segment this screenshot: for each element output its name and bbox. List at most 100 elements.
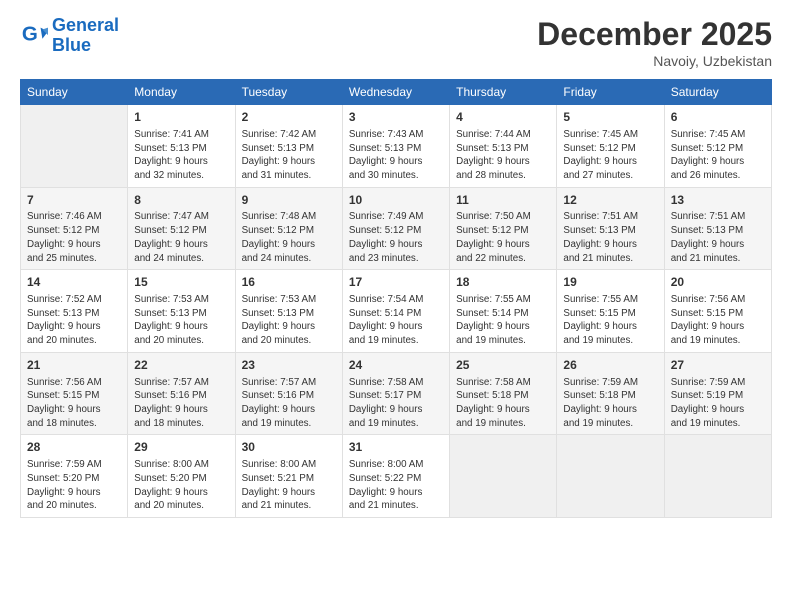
svg-text:G: G — [22, 22, 38, 45]
day-number: 19 — [563, 274, 657, 291]
calendar-cell: 25Sunrise: 7:58 AMSunset: 5:18 PMDayligh… — [450, 352, 557, 435]
day-number: 6 — [671, 109, 765, 126]
cell-info-line: Sunrise: 7:56 AM — [27, 376, 121, 390]
cell-info-line: Sunrise: 7:43 AM — [349, 128, 443, 142]
cell-info-line: and 26 minutes. — [671, 169, 765, 183]
logo-icon: G — [20, 22, 48, 50]
calendar-cell: 24Sunrise: 7:58 AMSunset: 5:17 PMDayligh… — [342, 352, 449, 435]
cell-info-line: Sunset: 5:12 PM — [456, 224, 550, 238]
cell-info-line: Daylight: 9 hours — [671, 320, 765, 334]
calendar-cell: 26Sunrise: 7:59 AMSunset: 5:18 PMDayligh… — [557, 352, 664, 435]
cell-info-line: Sunset: 5:22 PM — [349, 472, 443, 486]
calendar-cell: 27Sunrise: 7:59 AMSunset: 5:19 PMDayligh… — [664, 352, 771, 435]
title-block: December 2025 Navoiy, Uzbekistan — [537, 16, 772, 69]
cell-info-line: Sunset: 5:13 PM — [456, 142, 550, 156]
calendar-cell — [21, 105, 128, 188]
cell-info-line: Daylight: 9 hours — [349, 486, 443, 500]
cell-info-line: Sunrise: 7:45 AM — [671, 128, 765, 142]
cell-info-line: and 21 minutes. — [242, 499, 336, 513]
calendar-cell: 22Sunrise: 7:57 AMSunset: 5:16 PMDayligh… — [128, 352, 235, 435]
cell-info-line: Sunrise: 7:53 AM — [134, 293, 228, 307]
cell-info-line: Sunset: 5:20 PM — [27, 472, 121, 486]
cell-info-line: Daylight: 9 hours — [563, 320, 657, 334]
cell-info-line: and 20 minutes. — [134, 334, 228, 348]
day-number: 7 — [27, 192, 121, 209]
cell-info-line: Daylight: 9 hours — [27, 486, 121, 500]
cell-info-line: and 20 minutes. — [27, 334, 121, 348]
cell-info-line: Daylight: 9 hours — [242, 155, 336, 169]
cell-info-line: and 21 minutes. — [671, 252, 765, 266]
calendar-cell: 14Sunrise: 7:52 AMSunset: 5:13 PMDayligh… — [21, 270, 128, 353]
cell-info-line: and 28 minutes. — [456, 169, 550, 183]
cell-info-line: Daylight: 9 hours — [242, 238, 336, 252]
cell-info-line: Daylight: 9 hours — [242, 486, 336, 500]
cell-info-line: Sunrise: 8:00 AM — [134, 458, 228, 472]
day-number: 16 — [242, 274, 336, 291]
calendar-cell: 11Sunrise: 7:50 AMSunset: 5:12 PMDayligh… — [450, 187, 557, 270]
cell-info-line: and 19 minutes. — [671, 334, 765, 348]
cell-info-line: Sunset: 5:16 PM — [134, 389, 228, 403]
cell-info-line: and 19 minutes. — [671, 417, 765, 431]
day-number: 23 — [242, 357, 336, 374]
cell-info-line: and 19 minutes. — [563, 417, 657, 431]
cell-info-line: Daylight: 9 hours — [349, 403, 443, 417]
cell-info-line: and 31 minutes. — [242, 169, 336, 183]
day-number: 4 — [456, 109, 550, 126]
cell-info-line: and 19 minutes. — [456, 334, 550, 348]
calendar-cell: 4 Sunrise: 7:44 AMSunset: 5:13 PMDaylight… — [450, 105, 557, 188]
day-number: 8 — [134, 192, 228, 209]
calendar-cell: 29Sunrise: 8:00 AMSunset: 5:20 PMDayligh… — [128, 435, 235, 518]
cell-info-line: Sunrise: 7:50 AM — [456, 210, 550, 224]
calendar-cell: 31Sunrise: 8:00 AMSunset: 5:22 PMDayligh… — [342, 435, 449, 518]
cell-info-line: Daylight: 9 hours — [27, 238, 121, 252]
day-number: 18 — [456, 274, 550, 291]
cell-info-line: Daylight: 9 hours — [671, 155, 765, 169]
cell-info-line: and 19 minutes. — [242, 417, 336, 431]
header-day-tuesday: Tuesday — [235, 80, 342, 105]
cell-info-line: Sunset: 5:13 PM — [27, 307, 121, 321]
day-number: 24 — [349, 357, 443, 374]
cell-info-line: Sunset: 5:15 PM — [563, 307, 657, 321]
cell-info-line: and 18 minutes. — [27, 417, 121, 431]
cell-info-line: Sunrise: 7:52 AM — [27, 293, 121, 307]
logo-text: General Blue — [52, 16, 119, 56]
cell-info-line: Sunset: 5:13 PM — [242, 307, 336, 321]
calendar-cell: 3Sunrise: 7:43 AMSunset: 5:13 PMDaylight… — [342, 105, 449, 188]
cell-info-line: Sunset: 5:12 PM — [242, 224, 336, 238]
calendar-cell — [664, 435, 771, 518]
day-number: 20 — [671, 274, 765, 291]
cell-info-line: Daylight: 9 hours — [456, 155, 550, 169]
cell-info-line: Sunrise: 7:48 AM — [242, 210, 336, 224]
location: Navoiy, Uzbekistan — [537, 53, 772, 69]
cell-info-line: Daylight: 9 hours — [456, 403, 550, 417]
day-number: 21 — [27, 357, 121, 374]
week-row-0: 1Sunrise: 7:41 AMSunset: 5:13 PMDaylight… — [21, 105, 772, 188]
calendar-cell — [557, 435, 664, 518]
cell-info-line: Sunset: 5:12 PM — [563, 142, 657, 156]
cell-info-line: Daylight: 9 hours — [134, 486, 228, 500]
day-number: 10 — [349, 192, 443, 209]
week-row-2: 14Sunrise: 7:52 AMSunset: 5:13 PMDayligh… — [21, 270, 772, 353]
calendar-cell: 23Sunrise: 7:57 AMSunset: 5:16 PMDayligh… — [235, 352, 342, 435]
cell-info-line: Sunset: 5:13 PM — [349, 142, 443, 156]
page: G General Blue December 2025 Navoiy, Uzb… — [0, 0, 792, 612]
logo-line2: Blue — [52, 35, 91, 55]
day-number: 1 — [134, 109, 228, 126]
cell-info-line: Sunset: 5:17 PM — [349, 389, 443, 403]
day-number: 5 — [563, 109, 657, 126]
cell-info-line: Sunset: 5:15 PM — [671, 307, 765, 321]
calendar-cell: 17Sunrise: 7:54 AMSunset: 5:14 PMDayligh… — [342, 270, 449, 353]
day-number: 14 — [27, 274, 121, 291]
cell-info-line: Daylight: 9 hours — [563, 155, 657, 169]
week-row-1: 7Sunrise: 7:46 AMSunset: 5:12 PMDaylight… — [21, 187, 772, 270]
calendar-cell: 13Sunrise: 7:51 AMSunset: 5:13 PMDayligh… — [664, 187, 771, 270]
month-title: December 2025 — [537, 16, 772, 53]
cell-info-line: and 25 minutes. — [27, 252, 121, 266]
day-number: 30 — [242, 439, 336, 456]
cell-info-line: Sunrise: 8:00 AM — [242, 458, 336, 472]
cell-info-line: Daylight: 9 hours — [242, 403, 336, 417]
cell-info-line: Sunrise: 7:44 AM — [456, 128, 550, 142]
cell-info-line: Sunset: 5:14 PM — [456, 307, 550, 321]
cell-info-line: Sunrise: 7:55 AM — [563, 293, 657, 307]
cell-info-line: Sunset: 5:14 PM — [349, 307, 443, 321]
